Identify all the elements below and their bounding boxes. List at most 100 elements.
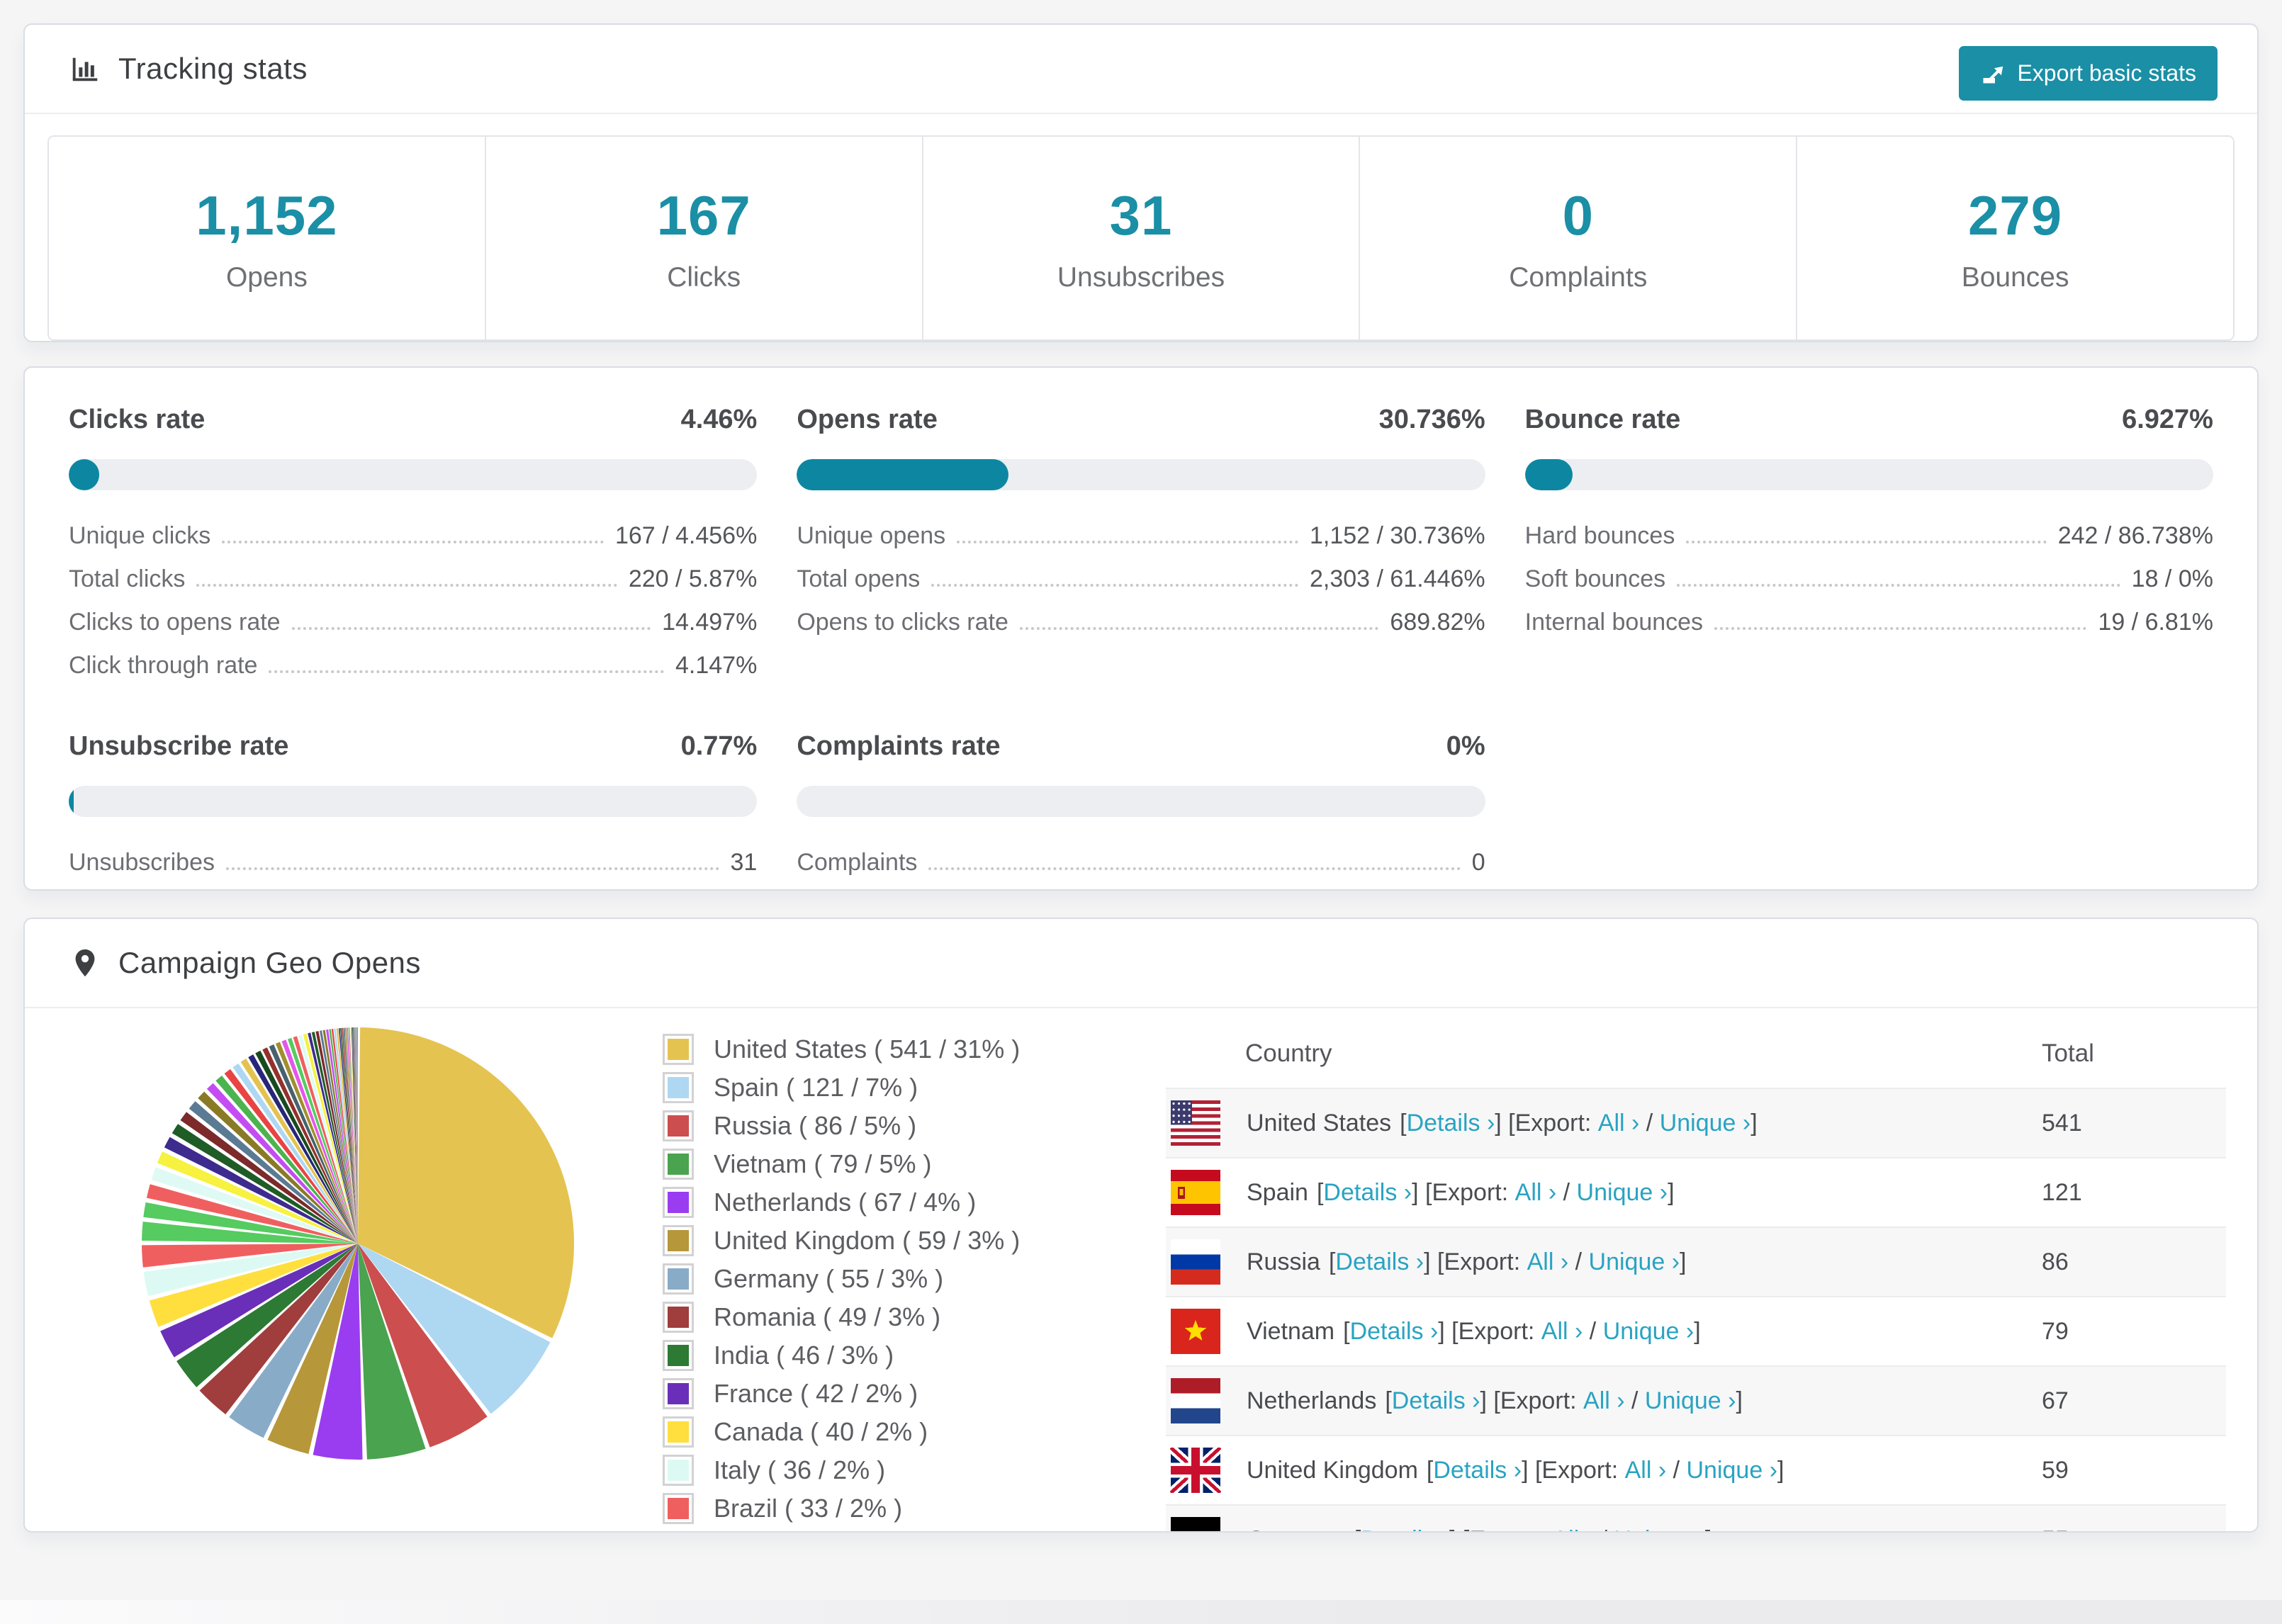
legend-item: Canada ( 40 / 2% ) (663, 1416, 1166, 1448)
geo-table-row: United Kingdom [Details ›] [Export: All … (1166, 1435, 2226, 1504)
legend-item: Italy ( 36 / 2% ) (663, 1455, 1166, 1486)
details-link[interactable]: Details › (1433, 1457, 1522, 1484)
export-all-link[interactable]: All › (1625, 1457, 1667, 1484)
legend-label: United Kingdom ( 59 / 3% ) (714, 1226, 1021, 1255)
rate-stat-row: Internal bounces 19 / 6.81% (1525, 601, 2213, 644)
country-name: Netherlands (1247, 1387, 1377, 1414)
rate-title: Bounce rate (1524, 405, 1681, 434)
legend-label: Russia ( 86 / 5% ) (714, 1111, 917, 1140)
stat-value: 167 (656, 184, 751, 247)
tracking-stats-card: Tracking stats Export basic stats 1,152 … (23, 23, 2259, 342)
export-basic-stats-button[interactable]: Export basic stats (1959, 46, 2218, 101)
geo-table-row: Russia [Details ›] [Export: All › / Uniq… (1166, 1227, 2226, 1296)
country-name: Vietnam (1247, 1317, 1335, 1345)
rate-stat-value: 167 / 4.456% (614, 522, 758, 549)
export-all-link[interactable]: All › (1598, 1110, 1640, 1137)
export-all-link[interactable]: All › (1583, 1387, 1625, 1415)
legend-color-swatch (663, 1263, 694, 1295)
details-link[interactable]: Details › (1323, 1179, 1412, 1207)
legend-item: Vietnam ( 79 / 5% ) (663, 1149, 1166, 1180)
geo-table-row: United States [Details ›] [Export: All ›… (1166, 1088, 2226, 1157)
rate-stat-value: 4.147% (675, 652, 758, 679)
legend-color-swatch (663, 1340, 694, 1371)
legend-label: South Africa ( 29 / 2% ) (714, 1532, 976, 1533)
dotted-leader (931, 584, 1298, 587)
rate-stat-label: Internal bounces (1524, 609, 1704, 636)
dotted-leader (269, 670, 664, 673)
rate-stat-row: Hard bounces 242 / 86.738% (1525, 514, 2213, 558)
rate-stat-value: 19 / 6.81% (2098, 609, 2213, 636)
rate-progress-fill (1524, 459, 1573, 490)
rate-stat-row: Soft bounces 18 / 0% (1525, 558, 2213, 601)
rate-progress-track (797, 786, 1485, 817)
dotted-leader (291, 627, 651, 630)
geo-table-row: Spain [Details ›] [Export: All › / Uniqu… (1166, 1157, 2226, 1227)
rate-title: Complaints rate (797, 731, 1001, 761)
export-unique-link[interactable]: Unique › (1614, 1526, 1705, 1532)
legend-label: Canada ( 40 / 2% ) (714, 1417, 928, 1446)
export-all-link[interactable]: All › (1515, 1179, 1557, 1207)
legend-color-swatch (663, 1531, 694, 1533)
rate-stat-label: Total clicks (69, 565, 186, 592)
bottom-page-strip (0, 1600, 2282, 1624)
dotted-leader (1714, 627, 2087, 630)
rate-stat-value: 242 / 86.738% (2057, 522, 2213, 549)
stat-value: 279 (1968, 184, 2063, 247)
dotted-leader (957, 541, 1298, 543)
legend-item: Spain ( 121 / 7% ) (663, 1072, 1166, 1103)
export-unique-link[interactable]: Unique › (1687, 1457, 1778, 1484)
dotted-leader (1686, 541, 2047, 543)
details-link[interactable]: Details › (1407, 1110, 1495, 1137)
rate-progress-track (1524, 459, 2213, 490)
export-all-link[interactable]: All › (1553, 1526, 1595, 1532)
legend-label: Germany ( 55 / 3% ) (714, 1264, 944, 1293)
country-total: 86 (2042, 1248, 2069, 1275)
rate-stat-row: Unique opens 1,152 / 30.736% (797, 514, 1485, 558)
bar-chart-icon (72, 57, 98, 81)
country-total: 59 (2042, 1456, 2069, 1484)
rate-title: Clicks rate (69, 405, 206, 434)
details-link[interactable]: Details › (1361, 1526, 1449, 1532)
export-unique-link[interactable]: Unique › (1589, 1248, 1680, 1276)
details-link[interactable]: Details › (1392, 1387, 1480, 1415)
rates-grid: Clicks rate 4.46% Unique clicks 167 / 4.… (69, 405, 2213, 884)
stat-value: 31 (1109, 184, 1173, 247)
stat-value: 1,152 (196, 184, 338, 247)
rate-stat-value: 14.497% (662, 609, 758, 636)
legend-color-swatch (663, 1455, 694, 1486)
legend-color-swatch (663, 1416, 694, 1448)
tracking-stats-header: Tracking stats Export basic stats (25, 25, 2257, 114)
rate-stat-label: Unique opens (797, 522, 946, 549)
rate-stat-label: Soft bounces (1524, 565, 1666, 592)
rate-stat-row: Total opens 2,303 / 61.446% (797, 558, 1485, 601)
rate-stat-row: Unsubscribes 31 (69, 841, 757, 884)
rate-block: Complaints rate 0% Complaints 0 (797, 731, 1485, 884)
country-name: Russia (1247, 1248, 1320, 1275)
export-unique-link[interactable]: Unique › (1660, 1110, 1751, 1137)
rates-card: Clicks rate 4.46% Unique clicks 167 / 4.… (23, 366, 2259, 891)
legend-item: Netherlands ( 67 / 4% ) (663, 1187, 1166, 1218)
country-total: 55 (2042, 1526, 2226, 1532)
export-all-link[interactable]: All › (1541, 1318, 1583, 1346)
legend-label: Brazil ( 33 / 2% ) (714, 1494, 903, 1523)
legend-color-swatch (663, 1149, 694, 1180)
rate-progress-fill (69, 459, 100, 490)
country-name: United States (1247, 1109, 1392, 1137)
pie-chart-svg (142, 1027, 574, 1460)
export-unique-link[interactable]: Unique › (1577, 1179, 1668, 1207)
geo-opens-title: Campaign Geo Opens (118, 946, 421, 979)
country-total: 67 (2042, 1387, 2069, 1414)
details-link[interactable]: Details › (1335, 1248, 1424, 1276)
rate-value: 0% (1446, 731, 1485, 761)
country-flag-icon (1170, 1517, 1221, 1531)
country-flag-icon (1170, 1100, 1221, 1146)
export-unique-link[interactable]: Unique › (1645, 1387, 1736, 1415)
details-link[interactable]: Details › (1350, 1318, 1439, 1346)
export-icon (1983, 66, 2003, 83)
export-all-link[interactable]: All › (1527, 1248, 1569, 1276)
export-unique-link[interactable]: Unique › (1603, 1318, 1694, 1346)
rate-stat-label: Unsubscribes (69, 849, 215, 876)
country-flag-icon (1170, 1239, 1221, 1285)
stat-value: 0 (1562, 184, 1594, 247)
legend-item: Romania ( 49 / 3% ) (663, 1302, 1166, 1333)
